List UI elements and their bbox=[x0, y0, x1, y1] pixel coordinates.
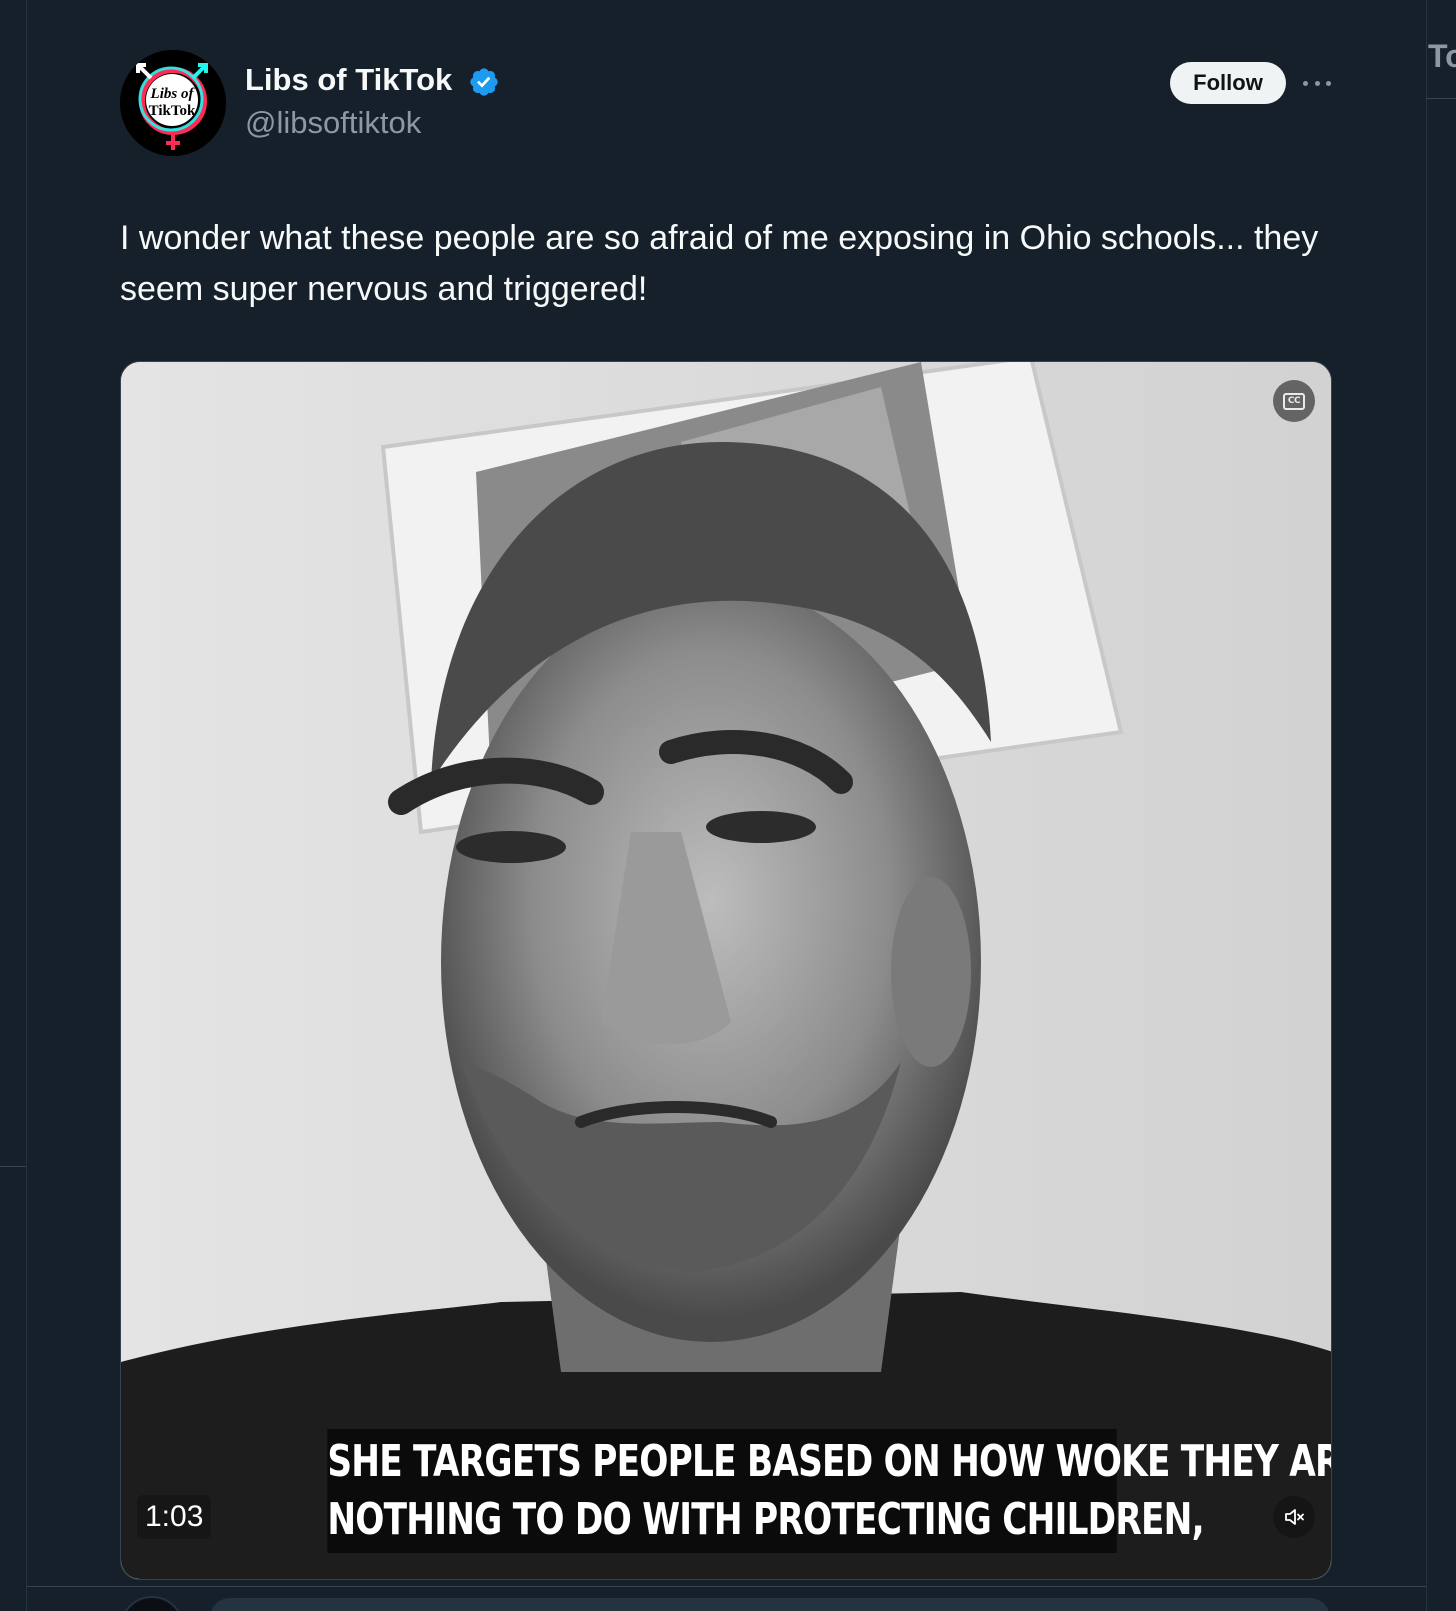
video-duration: 1:03 bbox=[137, 1495, 212, 1539]
more-horizontal-icon[interactable] bbox=[1300, 68, 1334, 98]
muted-speaker-icon bbox=[1285, 1509, 1304, 1525]
closed-captions-icon: CC bbox=[1283, 392, 1305, 410]
unmute-button[interactable] bbox=[1273, 1496, 1315, 1538]
left-rail-separator bbox=[0, 1166, 26, 1167]
right-sidebar-peek: To bbox=[1426, 38, 1456, 99]
reply-input[interactable] bbox=[210, 1598, 1330, 1611]
post-bottom-divider bbox=[27, 1586, 1426, 1587]
verified-badge-icon bbox=[470, 68, 498, 96]
caption-line-2: NOTHING TO DO WITH PROTECTING CHILDREN, bbox=[327, 1494, 1204, 1545]
post-text: I wonder what these people are so afraid… bbox=[120, 219, 1319, 308]
more-dot bbox=[1314, 80, 1320, 86]
video-player[interactable]: CC SHE TARGETS PEOPLE BASED ON HOW WOKE … bbox=[120, 361, 1332, 1580]
reply-avatar bbox=[120, 1596, 184, 1611]
closed-captions-button[interactable]: CC bbox=[1273, 380, 1315, 422]
left-column-divider bbox=[26, 0, 27, 1611]
video-caption: SHE TARGETS PEOPLE BASED ON HOW WOKE THE… bbox=[327, 1429, 1331, 1553]
video-frame bbox=[121, 362, 1331, 1579]
caption-line-1: SHE TARGETS PEOPLE BASED ON HOW WOKE THE… bbox=[327, 1436, 1331, 1487]
libs-of-tiktok-logo-icon: Libs of TikTok bbox=[120, 50, 226, 156]
right-column-divider bbox=[1426, 0, 1427, 1611]
display-name[interactable]: Libs of TikTok bbox=[245, 62, 452, 98]
follow-button[interactable]: Follow bbox=[1170, 62, 1286, 104]
avatar[interactable]: Libs of TikTok bbox=[120, 50, 226, 156]
post-detail-page: To Libs of TikTok Libs of TikTok @libsof… bbox=[0, 0, 1456, 1611]
avatar-text-line2: TikTok bbox=[149, 103, 196, 119]
more-dot bbox=[1303, 80, 1308, 86]
avatar-text-line1: Libs of bbox=[150, 86, 196, 102]
account-handle[interactable]: @libsoftiktok bbox=[245, 105, 421, 141]
more-dot bbox=[1326, 80, 1331, 86]
